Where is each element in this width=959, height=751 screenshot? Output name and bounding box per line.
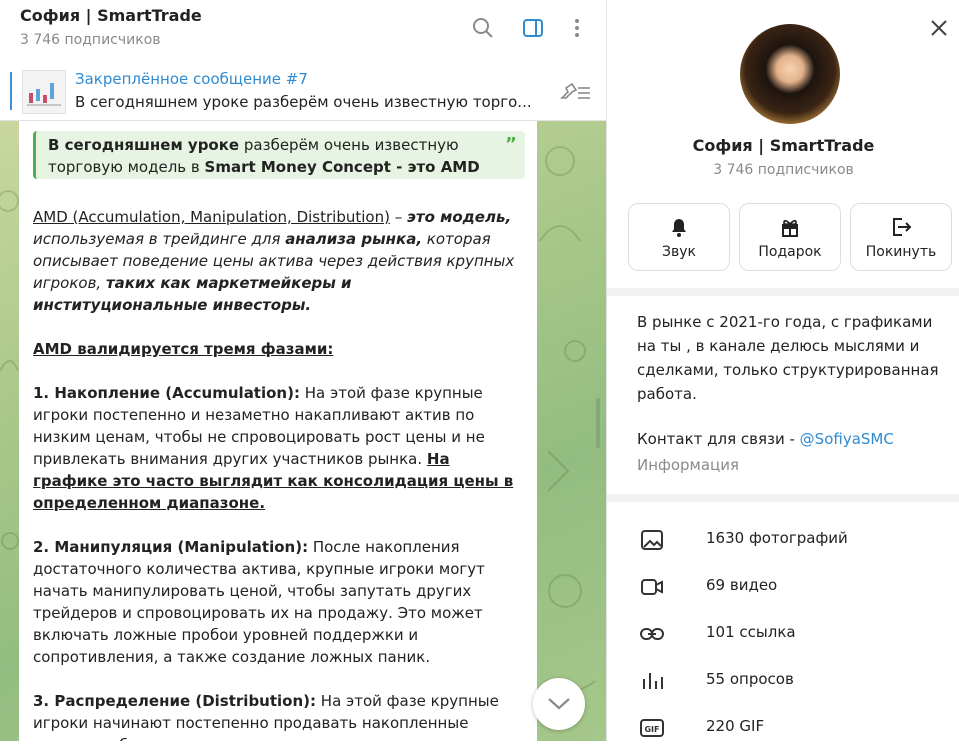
quote-bold-2: Smart Money Concept - это AMD [204, 158, 480, 176]
profile-header: София | SmartTrade 3 746 подписчиков Зву… [607, 0, 959, 288]
more-menu-button[interactable] [563, 14, 591, 42]
about-text: В рынке с 2021-го года, с графиками на т… [637, 313, 939, 403]
about-contact: Контакт для связи - @SofiyaSMC [637, 430, 894, 448]
phase1-title: 1. Накопление (Accumulation): [33, 384, 300, 402]
quote-text: В сегодняшнем уроке разберём очень извес… [48, 134, 488, 178]
contact-prefix: Контакт для связи - [637, 430, 800, 448]
pinned-indicator [10, 72, 12, 110]
poll-icon [643, 673, 663, 689]
mute-button-label: Звук [662, 244, 696, 260]
media-photos-label: 1630 фотографий [706, 529, 848, 547]
leave-button[interactable]: Покинуть [850, 203, 952, 271]
pinned-thumbnail [22, 70, 66, 114]
gift-button-label: Подарок [758, 244, 822, 260]
close-icon[interactable] [926, 15, 952, 41]
bell-icon [672, 219, 686, 237]
phases-heading-text: AMD валидируется тремя фазами: [33, 340, 334, 358]
pin-list-icon[interactable] [558, 80, 592, 104]
intro-term: AMD (Accumulation, Manipulation, Distrib… [33, 208, 390, 226]
pinned-title: Закреплённое сообщение #7 [75, 70, 308, 88]
profile-name: София | SmartTrade [692, 136, 875, 155]
quote-bold-1: В сегодняшнем уроке [48, 136, 240, 154]
channel-title[interactable]: София | SmartTrade [20, 6, 202, 25]
chevron-down-icon [548, 698, 570, 710]
media-row-photos[interactable]: 1630 фотографий [607, 516, 959, 563]
search-button[interactable] [469, 14, 497, 42]
svg-text:GIF: GIF [644, 725, 659, 734]
media-polls-label: 55 опросов [706, 670, 794, 688]
phase3-title: 3. Распределение (Distribution): [33, 692, 317, 710]
more-vertical-icon [575, 19, 579, 37]
sidebar-panel-icon [523, 19, 543, 37]
toggle-sidebar-button[interactable] [519, 14, 547, 42]
quote-mark-icon: ” [505, 134, 517, 155]
intro-dash: – [389, 208, 407, 226]
chat-panel: София | SmartTrade 3 746 подписчиков Зак… [0, 0, 606, 741]
scroll-down-button[interactable] [533, 678, 585, 730]
info-label: Информация [637, 456, 740, 474]
message-intro: AMD (Accumulation, Manipulation, Distrib… [33, 206, 523, 316]
gif-icon: GIF [640, 719, 664, 737]
pinned-message-bar[interactable]: Закреплённое сообщение #7 В сегодняшнем … [0, 62, 606, 121]
message-phase-2: 2. Манипуляция (Manipulation): После нак… [33, 536, 523, 668]
media-videos-label: 69 видео [706, 576, 778, 594]
intro-bold-2: анализа рынка, [285, 230, 423, 248]
message-quote: В сегодняшнем уроке разберём очень извес… [33, 131, 525, 179]
gift-icon [782, 219, 798, 237]
gift-button[interactable]: Подарок [739, 203, 841, 271]
intro-italic-1: используемая в трейдинге для [33, 230, 286, 248]
media-row-gifs[interactable]: GIF 220 GIF [607, 704, 959, 751]
message-phase-1: 1. Накопление (Accumulation): На этой фа… [33, 382, 523, 514]
video-icon [641, 579, 663, 595]
chat-scrollbar[interactable] [596, 398, 600, 448]
pinned-text: В сегодняшнем уроке разберём очень извес… [75, 93, 532, 111]
profile-subscribers: 3 746 подписчиков [713, 162, 854, 178]
mute-button[interactable]: Звук [628, 203, 730, 271]
chart-thumbnail-icon [27, 83, 61, 106]
chat-header[interactable]: София | SmartTrade 3 746 подписчиков [0, 0, 606, 63]
phase2-text: После накопления достаточного количества… [33, 538, 485, 666]
media-row-polls[interactable]: 55 опросов [607, 657, 959, 704]
shared-media-list: 1630 фотографий 69 видео 101 ссылка 55 о… [607, 502, 959, 741]
leave-icon [893, 218, 912, 236]
media-row-videos[interactable]: 69 видео [607, 563, 959, 610]
intro-bold-1: это модель, [407, 208, 512, 226]
leave-button-label: Покинуть [865, 244, 937, 260]
media-links-label: 101 ссылка [706, 623, 796, 641]
media-row-links[interactable]: 101 ссылка [607, 610, 959, 657]
contact-link[interactable]: @SofiyaSMC [800, 430, 894, 448]
photo-icon [641, 530, 663, 550]
search-icon [473, 18, 493, 38]
media-gifs-label: 220 GIF [706, 717, 765, 735]
link-icon [640, 628, 664, 640]
channel-subscribers: 3 746 подписчиков [20, 32, 161, 48]
avatar[interactable] [740, 24, 840, 124]
phase2-title: 2. Манипуляция (Manipulation): [33, 538, 309, 556]
about-section: В рынке с 2021-го года, с графиками на т… [607, 296, 959, 494]
message-phase-3: 3. Распределение (Distribution): На этой… [33, 690, 523, 741]
message-phases-heading: AMD валидируется тремя фазами: [33, 338, 523, 360]
profile-panel: София | SmartTrade 3 746 подписчиков Зву… [606, 0, 959, 741]
